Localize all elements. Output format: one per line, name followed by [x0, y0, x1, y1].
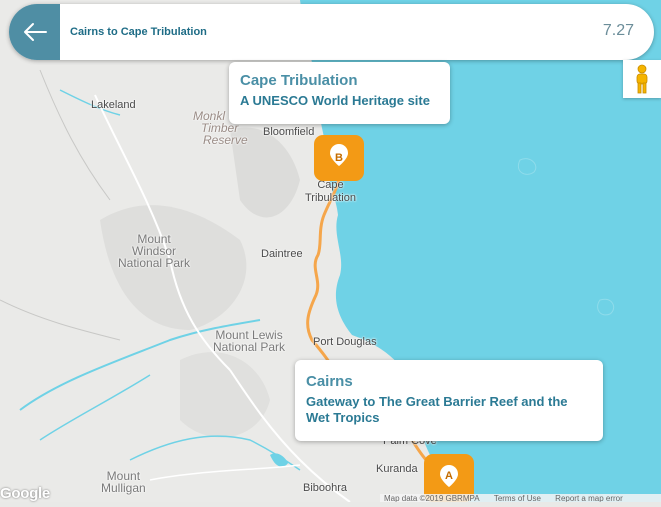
marker-a-label: A — [445, 470, 453, 482]
place-label-daintree: Daintree — [261, 248, 303, 260]
attribution-map-data: Map data ©2019 GBRMPA — [384, 494, 480, 502]
place-label-lakeland: Lakeland — [91, 99, 136, 111]
mount-windsor-line-3: National Park — [118, 256, 191, 270]
marker-b-label: B — [335, 152, 343, 164]
route-distance: 7.27 — [602, 22, 634, 39]
attribution-report-link[interactable]: Report a map error — [555, 494, 623, 502]
mount-mulligan-line-2: Mulligan — [101, 481, 146, 495]
pegman-icon — [636, 64, 648, 94]
marker-b[interactable]: B — [314, 135, 364, 185]
place-label-mount-windsor: Mount Windsor National Park — [118, 233, 190, 269]
street-view-button[interactable] — [623, 60, 661, 98]
google-logo: Google — [0, 485, 50, 502]
destination-subtitle: A UNESCO World Heritage site — [240, 93, 430, 108]
monklands-line-3: Reserve — [203, 133, 248, 147]
mount-lewis-line-2: National Park — [213, 340, 286, 354]
attribution-terms-link[interactable]: Terms of Use — [494, 494, 541, 502]
destination-title: Cape Tribulation — [240, 72, 358, 89]
place-label-port-douglas: Port Douglas — [313, 336, 377, 348]
place-label-biboohra: Biboohra — [303, 482, 348, 494]
place-label-mount-mulligan: Mount Mulligan — [101, 470, 146, 494]
origin-subtitle: Gateway to The Great Barrier Reef and th… — [306, 394, 568, 425]
place-label-bloomfield: Bloomfield — [263, 126, 315, 138]
place-label-mount-lewis: Mount Lewis National Park — [213, 329, 285, 353]
route-header: Cairns to Cape Tribulation 7.27 — [9, 4, 654, 60]
origin-title: Cairns — [306, 373, 353, 390]
route-title: Cairns to Cape Tribulation — [70, 26, 207, 38]
destination-card[interactable]: Cape Tribulation A UNESCO World Heritage… — [229, 62, 450, 124]
origin-card[interactable]: Cairns Gateway to The Great Barrier Reef… — [295, 360, 603, 441]
arrow-left-icon — [23, 23, 47, 41]
back-button[interactable] — [9, 4, 60, 60]
place-label-kuranda: Kuranda — [376, 463, 418, 475]
map-attribution: Map data ©2019 GBRMPA Terms of Use Repor… — [380, 494, 661, 502]
cape-tribulation-line-2: Tribulation — [305, 192, 356, 204]
